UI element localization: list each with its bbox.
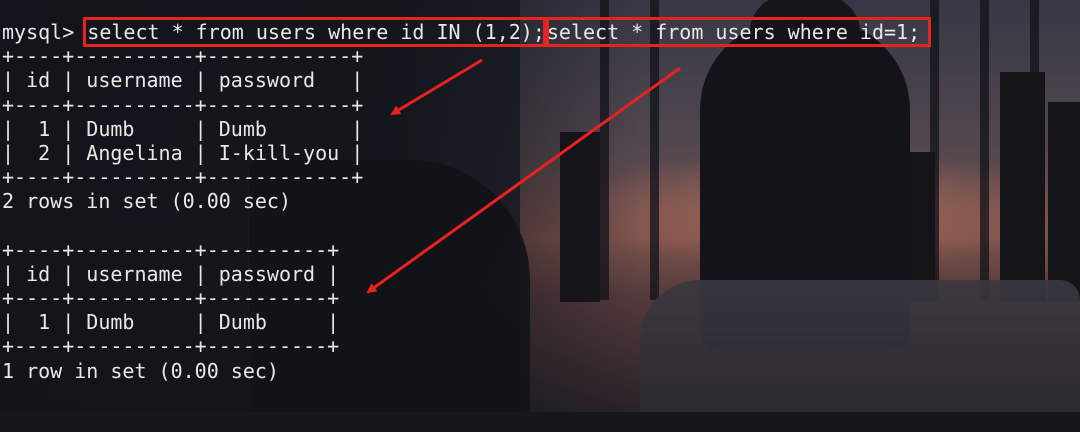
terminal-window[interactable]: mysql> select * from users where id IN (… xyxy=(0,0,1080,412)
annotation-arrows xyxy=(366,58,681,294)
bottom-strip xyxy=(0,412,1080,432)
arrow-to-first-result xyxy=(390,58,483,116)
